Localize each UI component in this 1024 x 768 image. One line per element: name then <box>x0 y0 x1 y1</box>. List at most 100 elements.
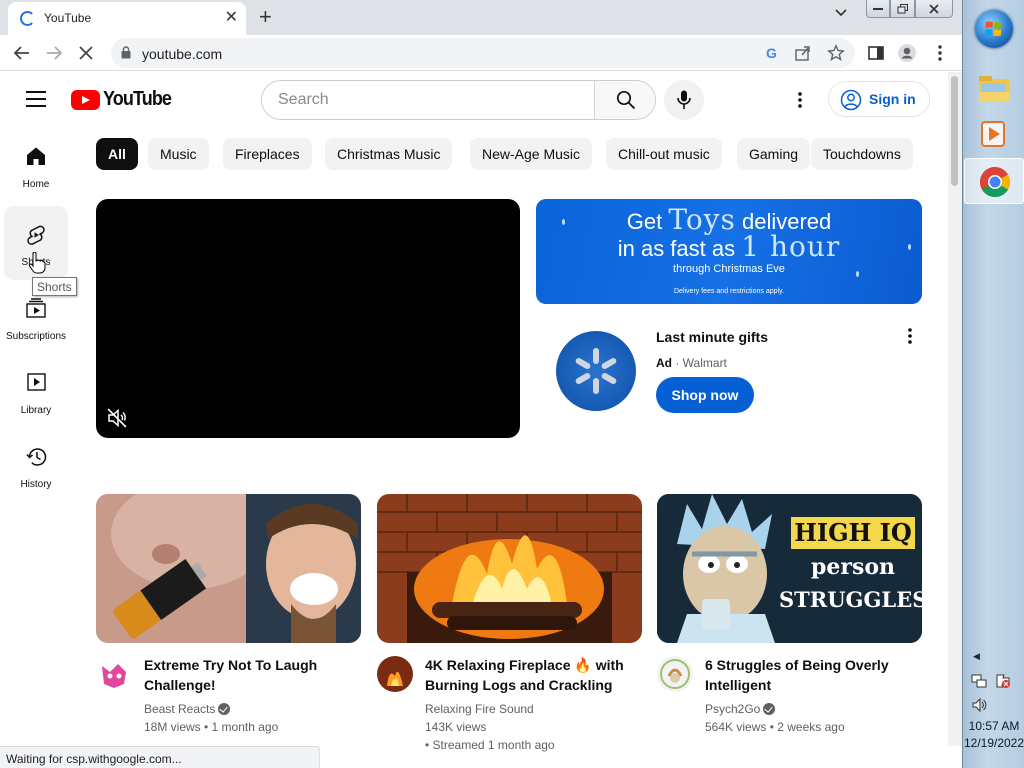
shop-now-button[interactable]: Shop now <box>656 377 754 413</box>
tab-close-icon[interactable]: ✕ <box>225 8 238 28</box>
filter-chip-bar: All Music Fireplaces Christmas Music New… <box>96 138 946 170</box>
account-circle-icon <box>840 89 862 111</box>
taskbar-media-player[interactable] <box>972 112 1016 156</box>
walmart-spark-logo[interactable] <box>556 331 636 411</box>
ad-options-kebab-icon[interactable] <box>900 326 920 346</box>
media-player-icon <box>981 121 1005 147</box>
ad-video-player[interactable] <box>96 199 520 438</box>
taskbar-explorer[interactable] <box>972 68 1016 112</box>
video-stream-info: • Streamed 1 month ago <box>425 738 555 752</box>
volume-icon[interactable] <box>971 697 987 713</box>
chip-new-age-music[interactable]: New-Age Music <box>470 138 593 170</box>
restore-button[interactable] <box>890 0 915 18</box>
chip-chill-out-music[interactable]: Chill-out music <box>606 138 722 170</box>
search-icon <box>616 90 636 110</box>
thumbnail-text-line3: STRUGGLES <box>779 587 922 612</box>
muted-speaker-icon[interactable] <box>106 407 128 429</box>
thumbnail-image <box>377 494 642 643</box>
ad-banner-disclaimer: Delivery fees and restrictions apply. <box>674 288 784 295</box>
video-title[interactable]: 4K Relaxing Fireplace 🔥 with Burning Log… <box>425 655 640 695</box>
chrome-icon <box>979 167 1011 198</box>
chip-fireplaces[interactable]: Fireplaces <box>223 138 312 170</box>
logo-wordmark: YouTube <box>103 88 172 110</box>
channel-avatar[interactable] <box>657 656 693 692</box>
video-thumbnail[interactable] <box>377 494 642 643</box>
ad-advertiser[interactable]: Walmart <box>683 356 727 370</box>
guide-item-home[interactable]: Home <box>4 128 68 202</box>
browser-menu-icon[interactable] <box>930 43 950 63</box>
video-thumbnail[interactable] <box>96 494 361 643</box>
page-scrollbar[interactable] <box>948 72 962 746</box>
voice-search-button[interactable] <box>664 80 704 120</box>
side-panel-icon[interactable] <box>866 43 886 63</box>
profile-avatar-icon[interactable] <box>897 43 917 63</box>
chip-touchdowns[interactable]: Touchdowns <box>811 138 913 170</box>
channel-name[interactable]: Relaxing Fire Sound <box>425 702 534 716</box>
stop-loading-icon[interactable] <box>76 43 96 63</box>
sign-in-label: Sign in <box>869 91 916 107</box>
minimize-button[interactable] <box>866 0 890 18</box>
back-arrow-icon[interactable] <box>12 43 32 63</box>
hamburger-menu-icon[interactable] <box>26 91 46 107</box>
search-input[interactable] <box>262 81 594 119</box>
clock-time[interactable]: 10:57 AM <box>963 719 1024 733</box>
search-button[interactable] <box>594 81 655 119</box>
channel-avatar[interactable] <box>377 656 413 692</box>
show-hidden-icons-arrow[interactable]: ◀ <box>973 651 980 662</box>
ad-title[interactable]: Last minute gifts <box>656 329 768 345</box>
bookmark-star-icon[interactable] <box>827 44 845 62</box>
subscriptions-icon <box>26 298 46 318</box>
channel-name[interactable]: Psych2Go <box>705 702 776 716</box>
url-text[interactable]: youtube.com <box>142 46 222 62</box>
network-icon[interactable] <box>971 673 987 689</box>
ad-badge: Ad <box>656 356 672 370</box>
address-bar[interactable]: youtube.com G <box>111 38 855 68</box>
chip-all[interactable]: All <box>96 138 138 170</box>
youtube-logo[interactable]: YouTube <box>71 88 179 111</box>
lock-icon[interactable] <box>121 46 131 59</box>
chip-gaming[interactable]: Gaming <box>737 138 811 170</box>
ad-banner[interactable]: Get Toys delivered in as fast as 1 hour … <box>536 199 922 304</box>
sign-in-button[interactable]: Sign in <box>828 81 930 117</box>
verified-badge-icon <box>218 703 231 715</box>
loading-spinner-icon <box>20 11 35 26</box>
clock-date[interactable]: 12/19/2022 <box>963 736 1024 750</box>
tab-youtube[interactable]: YouTube ✕ <box>8 2 246 35</box>
settings-kebab-icon[interactable] <box>790 90 810 110</box>
scrollbar-thumb[interactable] <box>951 76 958 186</box>
guide-label-subscriptions: Subscriptions <box>5 331 67 342</box>
ad-banner-line3: through Christmas Eve <box>673 263 785 275</box>
guide-item-history[interactable]: History <box>4 428 68 502</box>
thumbnail-text-line1: HIGH IQ <box>794 518 912 547</box>
forward-arrow-icon[interactable] <box>44 43 64 63</box>
google-lens-icon[interactable]: G <box>763 44 781 62</box>
new-tab-button[interactable]: + <box>259 4 272 30</box>
shorts-tooltip: Shorts <box>32 277 77 296</box>
svg-text:G: G <box>766 45 777 61</box>
guide-label-library: Library <box>20 405 52 416</box>
youtube-play-logo-icon <box>71 89 100 110</box>
video-stats: 564K views • 2 weeks ago <box>705 720 845 734</box>
search-box <box>261 80 656 120</box>
start-button[interactable] <box>975 10 1013 48</box>
tab-strip: YouTube ✕ + <box>0 0 962 35</box>
share-icon[interactable] <box>794 44 812 62</box>
channel-name[interactable]: Beast Reacts <box>144 702 231 716</box>
action-center-icon[interactable] <box>995 673 1011 689</box>
ad-meta: Ad · Walmart <box>656 356 727 370</box>
chip-music[interactable]: Music <box>148 138 209 170</box>
close-window-button[interactable] <box>915 0 953 18</box>
channel-avatar[interactable] <box>96 656 132 692</box>
video-title[interactable]: Extreme Try Not To Laugh Challenge! <box>144 655 359 695</box>
chip-christmas-music[interactable]: Christmas Music <box>325 138 453 170</box>
guide-item-library[interactable]: Library <box>4 354 68 428</box>
taskbar-chrome[interactable] <box>964 158 1024 204</box>
verified-badge-icon <box>763 703 776 715</box>
ad-banner-line2: in as fast as 1 hour <box>617 230 841 263</box>
windows-logo-icon <box>985 21 1002 36</box>
microphone-icon <box>677 90 691 109</box>
tab-search-icon[interactable] <box>834 8 848 18</box>
video-title[interactable]: 6 Struggles of Being Overly Intelligent <box>705 655 920 695</box>
shorts-icon <box>27 225 45 245</box>
video-thumbnail[interactable]: HIGH IQ person STRUGGLES <box>657 494 922 643</box>
